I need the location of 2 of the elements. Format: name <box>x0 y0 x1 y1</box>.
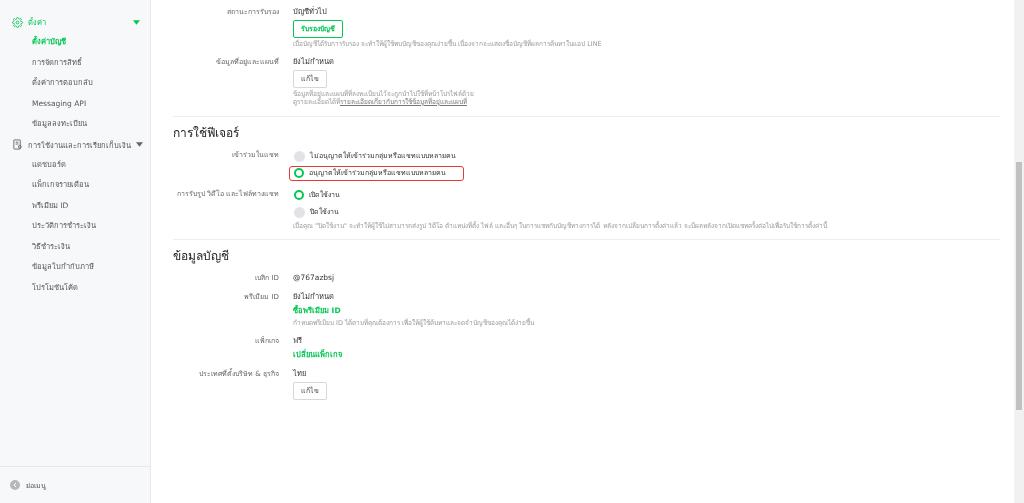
section-title: การใช้ฟีเจอร์ <box>173 124 240 141</box>
section-title: ข้อมูลบัญชี <box>173 248 230 264</box>
